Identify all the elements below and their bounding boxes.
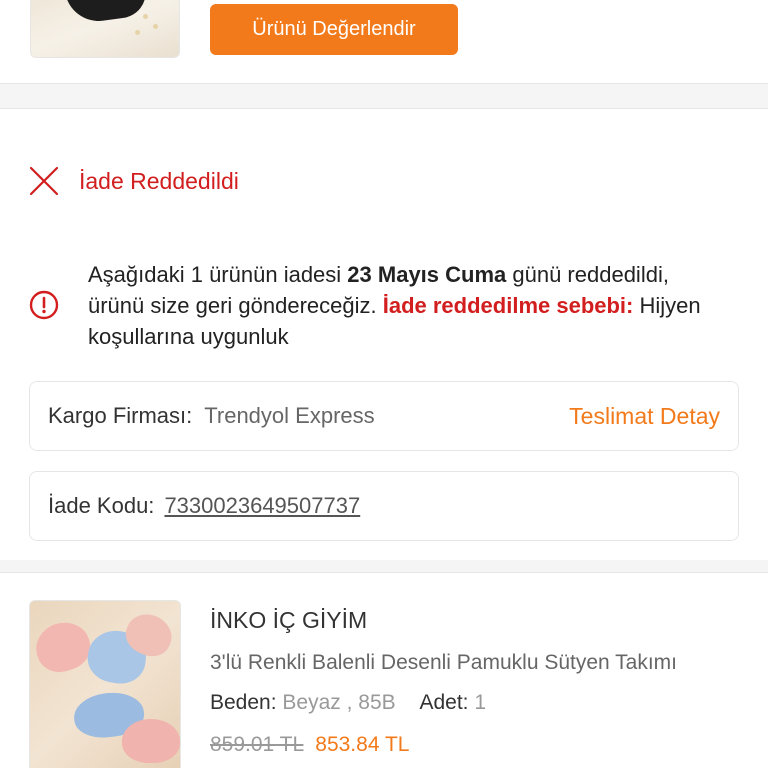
- image-detail: [122, 719, 180, 763]
- return-code-value[interactable]: 7330023649507737: [164, 493, 360, 519]
- product-prices: 859.01 TL 853.84 TL: [210, 733, 409, 757]
- return-code-label: İade Kodu:: [48, 493, 155, 518]
- shipping-company-value: Trendyol Express: [204, 403, 375, 428]
- product-brand: İNKO İÇ GİYİM: [210, 607, 368, 633]
- rejection-note-text: Aşağıdaki 1 ürünün iadesi 23 Mayıs Cuma …: [88, 259, 728, 352]
- rejection-reason-label: İade reddedilme sebebi:: [382, 293, 634, 318]
- image-detail: [153, 24, 158, 29]
- product-attributes: Beden: Beyaz , 85B Adet: 1: [210, 691, 486, 715]
- return-code-box: İade Kodu: 7330023649507737: [29, 471, 739, 541]
- old-price: 859.01 TL: [210, 733, 304, 756]
- previous-product-image[interactable]: [30, 0, 180, 58]
- close-x-icon: [29, 166, 59, 196]
- previous-product-card: Ürünü Değerlendir: [0, 0, 768, 84]
- shipping-company-label: Kargo Firması:: [48, 403, 193, 428]
- current-price: 853.84 TL: [315, 733, 410, 756]
- return-status-label: İade Reddedildi: [79, 167, 239, 194]
- delivery-detail-link[interactable]: Teslimat Detay: [569, 403, 720, 430]
- product-image[interactable]: [29, 600, 181, 768]
- product-name[interactable]: 3'lü Renkli Balenli Desenli Pamuklu Süty…: [210, 651, 730, 675]
- image-detail: [143, 14, 148, 19]
- returned-product-card[interactable]: İNKO İÇ GİYİM 3'lü Renkli Balenli Desenl…: [0, 572, 768, 768]
- info-icon: [29, 290, 59, 320]
- note-text-part1: Aşağıdaki 1 ürünün iadesi: [88, 262, 348, 287]
- rejection-date: 23 Mayıs Cuma: [347, 262, 507, 287]
- return-status: İade Reddedildi: [28, 165, 239, 197]
- return-status-card: İade Reddedildi Aşağıdaki 1 ürünün iades…: [0, 108, 768, 560]
- size-label: Beden:: [210, 691, 277, 714]
- size-value: Beyaz , 85B: [282, 691, 396, 714]
- quantity-value: 1: [474, 691, 487, 714]
- shipping-info-box: Kargo Firması: Trendyol Express Teslimat…: [29, 381, 739, 451]
- image-detail: [135, 30, 140, 35]
- review-product-button[interactable]: Ürünü Değerlendir: [210, 4, 458, 55]
- quantity-label: Adet:: [419, 691, 469, 714]
